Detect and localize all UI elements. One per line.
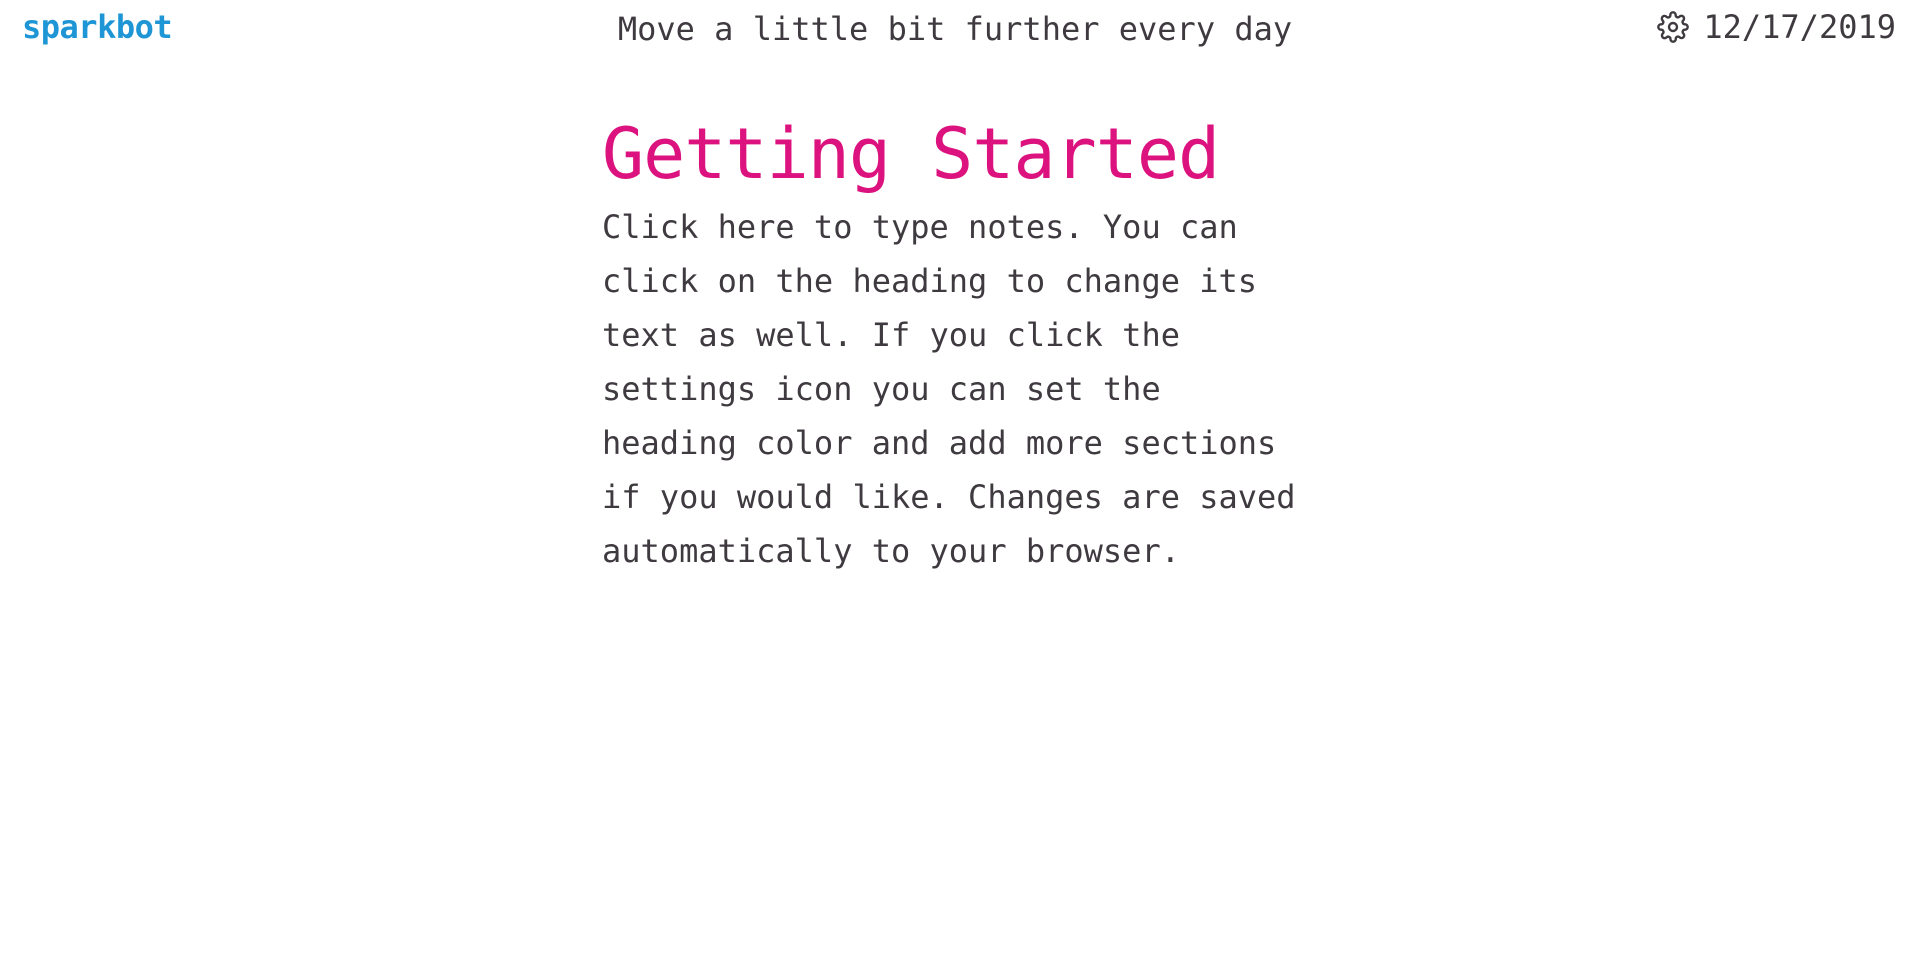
current-date: 12/17/2019 [1703,8,1896,46]
section-heading[interactable]: Getting Started [602,112,1322,196]
notes-section: Getting Started Click here to type notes… [602,112,1322,578]
gear-icon[interactable] [1657,11,1690,43]
daily-motto: Move a little bit further every day [617,10,1293,48]
header-tools: 12/17/2019 [1657,8,1896,46]
section-notes[interactable]: Click here to type notes. You can click … [602,200,1302,578]
top-bar: sparkbot Move a little bit further every… [0,0,1910,60]
